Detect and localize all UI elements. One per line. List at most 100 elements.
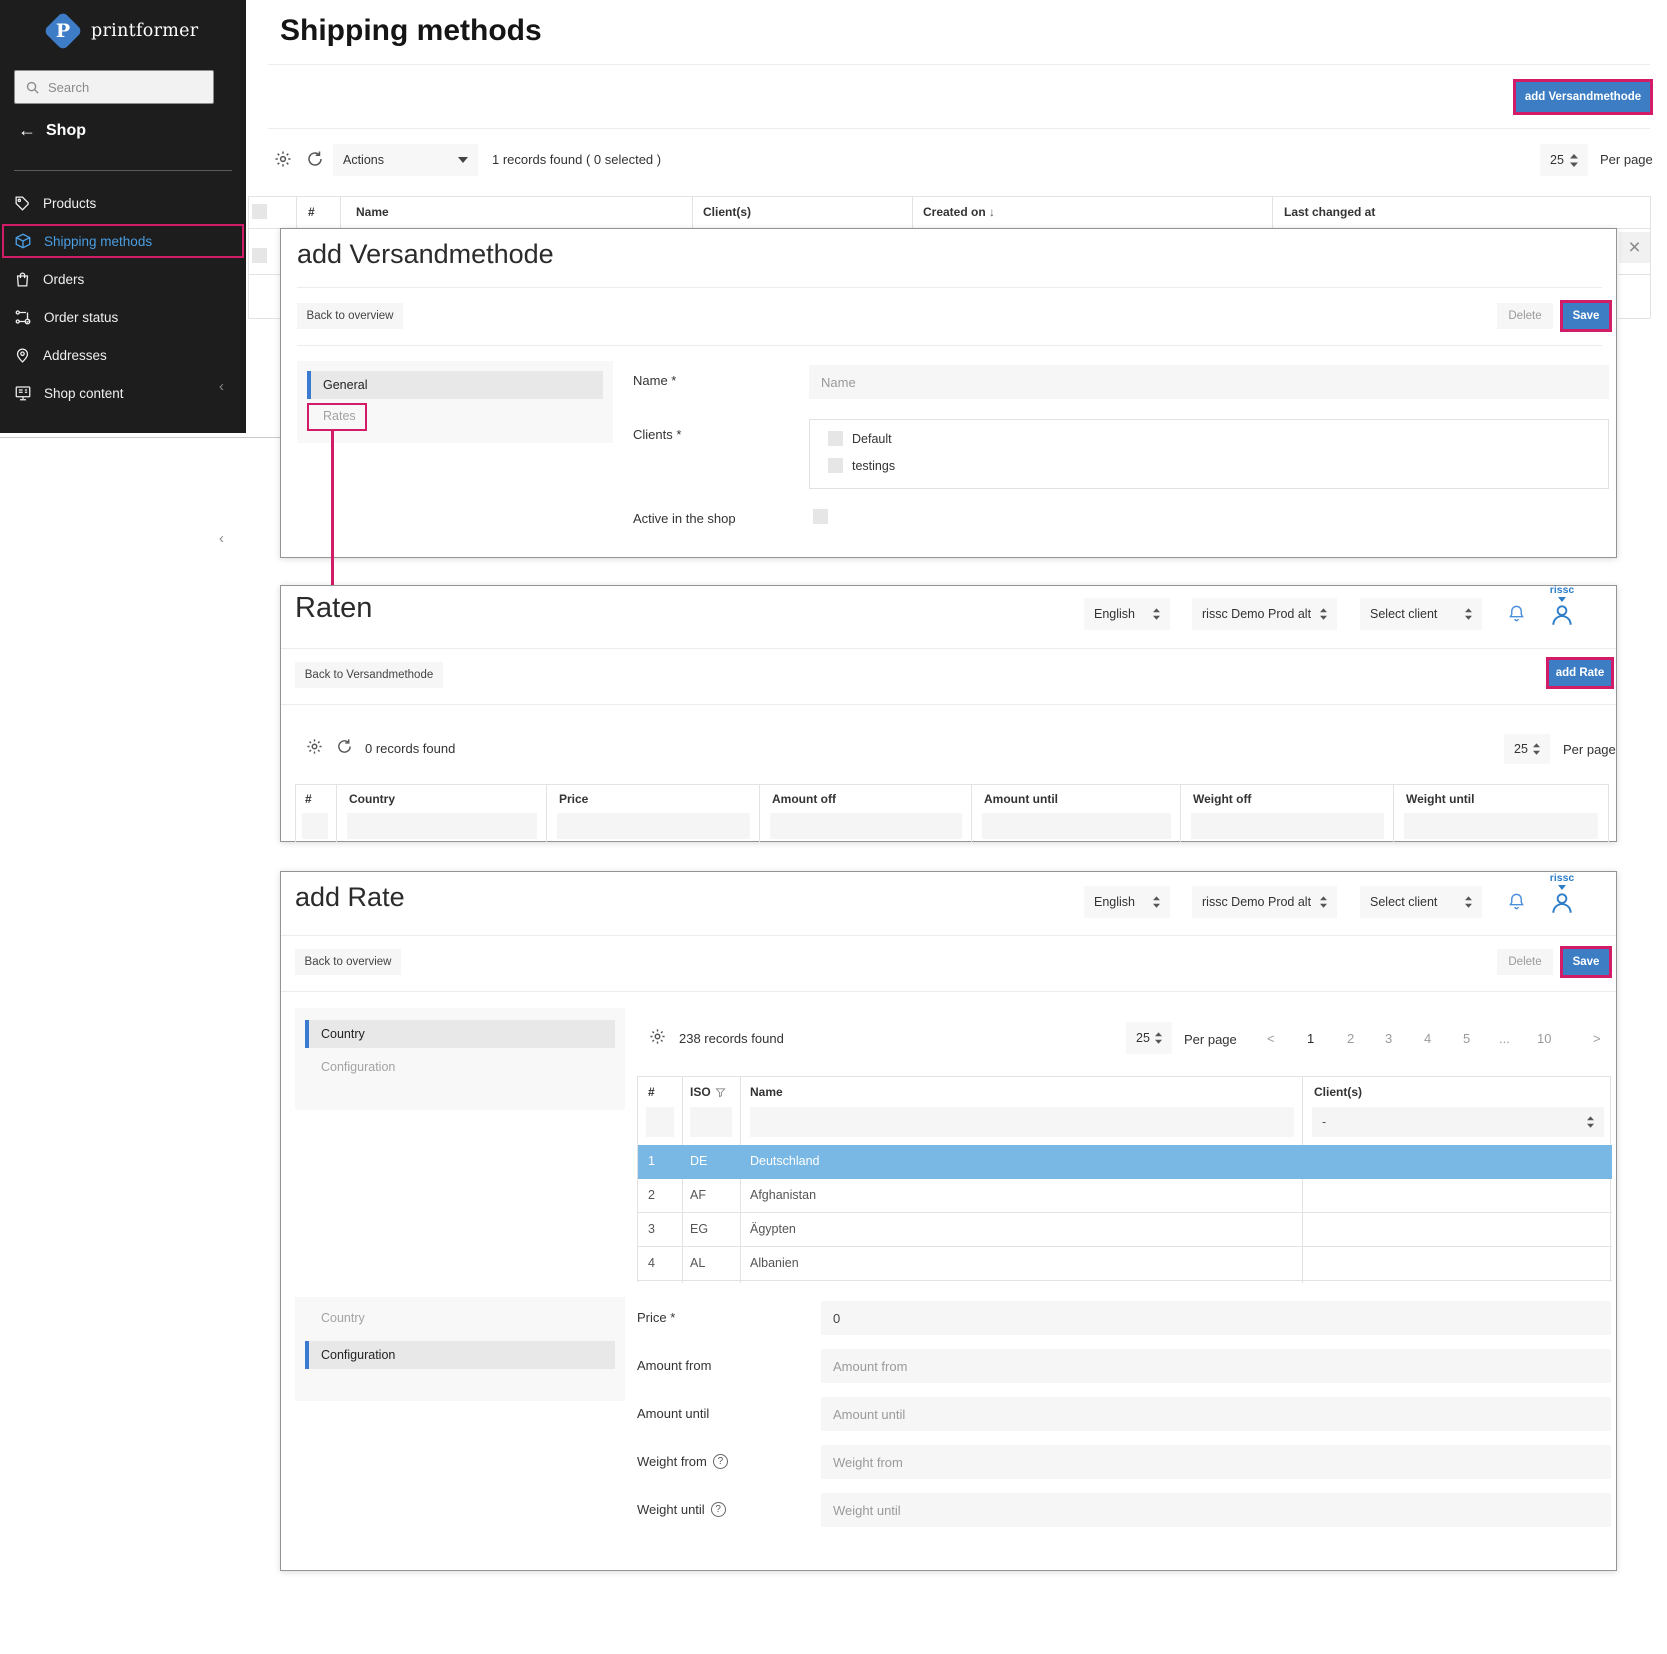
- table-border: [1618, 318, 1650, 319]
- back-to-shop[interactable]: ← Shop: [18, 120, 86, 141]
- column-divider: [692, 196, 693, 228]
- weight-until-input[interactable]: [821, 1493, 1611, 1527]
- price-input[interactable]: [821, 1301, 1611, 1335]
- refresh-icon[interactable]: [336, 738, 353, 760]
- delete-button[interactable]: Delete: [1497, 949, 1553, 975]
- per-page-select[interactable]: 25: [1126, 1022, 1172, 1054]
- client-option-testings[interactable]: testings: [828, 458, 895, 473]
- user-menu[interactable]: rissc: [1539, 584, 1585, 628]
- add-versandmethode-button[interactable]: add Versandmethode: [1516, 82, 1650, 112]
- column-filter[interactable]: [557, 813, 750, 839]
- column-header-sorted[interactable]: Created on ↓: [923, 205, 995, 219]
- tab-country[interactable]: Country: [321, 1311, 365, 1325]
- column-filter[interactable]: [690, 1107, 732, 1137]
- client-option-default[interactable]: Default: [828, 431, 892, 446]
- row-checkbox[interactable]: [252, 248, 267, 263]
- row-index: 3: [648, 1222, 655, 1236]
- name-field-label: Name *: [633, 373, 677, 388]
- sidebar-item-products[interactable]: Products ‹: [0, 184, 246, 395]
- pagination-page[interactable]: 10: [1537, 1031, 1551, 1046]
- sidebar-item-orders[interactable]: Orders ‹: [0, 260, 246, 547]
- language-select[interactable]: English: [1084, 598, 1170, 630]
- instance-value: rissc Demo Prod alt: [1202, 895, 1312, 909]
- per-page-select[interactable]: 25: [1540, 144, 1588, 176]
- name-input[interactable]: [809, 365, 1609, 399]
- settings-gear-icon[interactable]: [274, 150, 292, 173]
- search-input[interactable]: [48, 79, 198, 95]
- pagination-page[interactable]: 2: [1347, 1031, 1354, 1046]
- column-header[interactable]: Last changed at: [1284, 205, 1375, 219]
- actions-dropdown-label: Actions: [343, 153, 384, 167]
- user-menu[interactable]: rissc: [1539, 872, 1585, 916]
- column-header[interactable]: #: [308, 205, 315, 219]
- annotation-highlight-shipping-methods: [2, 224, 244, 258]
- column-filter[interactable]: [1191, 813, 1384, 839]
- sidebar-item-order-status[interactable]: Order status: [0, 298, 246, 336]
- save-button[interactable]: Save: [1563, 303, 1609, 329]
- add-rate-title: add Rate: [295, 882, 405, 912]
- tab-configuration[interactable]: Configuration: [305, 1341, 615, 1369]
- pagination-page[interactable]: 5: [1463, 1031, 1470, 1046]
- back-to-overview-button[interactable]: Back to overview: [297, 303, 403, 329]
- sidebar-item-addresses[interactable]: Addresses: [0, 336, 246, 374]
- settings-gear-icon[interactable]: [306, 738, 323, 760]
- app-logo[interactable]: P printformer: [43, 11, 198, 51]
- back-to-overview-button[interactable]: Back to overview: [295, 949, 401, 975]
- active-in-shop-checkbox[interactable]: [813, 509, 828, 524]
- table-row[interactable]: 4 AL Albanien: [638, 1247, 1612, 1281]
- save-button[interactable]: Save: [1563, 949, 1609, 975]
- delete-button[interactable]: Delete: [1497, 303, 1553, 329]
- pagination-page[interactable]: 3: [1385, 1031, 1392, 1046]
- client-select[interactable]: Select client: [1360, 598, 1482, 630]
- tab-general[interactable]: General: [307, 371, 603, 399]
- refresh-icon[interactable]: [306, 150, 324, 173]
- column-divider: [340, 196, 341, 228]
- checkbox-default[interactable]: [828, 431, 843, 446]
- pagination-page[interactable]: 1: [1307, 1031, 1314, 1046]
- close-icon[interactable]: ×: [1619, 232, 1650, 263]
- add-rate-button[interactable]: add Rate: [1549, 660, 1611, 686]
- sidebar-search[interactable]: [14, 70, 214, 104]
- back-to-versandmethode-button[interactable]: Back to Versandmethode: [295, 662, 443, 688]
- select-all-checkbox[interactable]: [252, 204, 267, 219]
- pagination-page[interactable]: 4: [1424, 1031, 1431, 1046]
- instance-select[interactable]: rissc Demo Prod alt: [1192, 598, 1337, 630]
- clients-filter-select[interactable]: -: [1312, 1107, 1604, 1137]
- sidebar-item-shop-content[interactable]: Shop content: [0, 374, 246, 412]
- table-row[interactable]: 3 EG Ägypten: [638, 1213, 1612, 1247]
- amount-until-input[interactable]: [821, 1397, 1611, 1431]
- name-filter-input[interactable]: [750, 1107, 1294, 1137]
- sidebar-item-label: Shop content: [44, 385, 124, 401]
- tab-configuration[interactable]: Configuration: [321, 1060, 395, 1074]
- column-filter[interactable]: [347, 813, 537, 839]
- column-filter[interactable]: [302, 813, 328, 839]
- pagination-next[interactable]: >: [1593, 1031, 1601, 1046]
- per-page-select[interactable]: 25: [1504, 734, 1550, 764]
- column-filter[interactable]: [770, 813, 962, 839]
- tab-country[interactable]: Country: [305, 1020, 615, 1048]
- rates-column: Amount off: [760, 785, 972, 842]
- column-header-iso[interactable]: ISO: [690, 1085, 726, 1099]
- pagination-prev[interactable]: <: [1267, 1031, 1275, 1046]
- column-header[interactable]: Name: [356, 205, 389, 219]
- actions-dropdown[interactable]: Actions: [333, 144, 478, 176]
- column-filter[interactable]: [646, 1107, 674, 1137]
- checkbox-testings[interactable]: [828, 458, 843, 473]
- help-icon[interactable]: ?: [712, 1454, 728, 1469]
- amount-from-input[interactable]: [821, 1349, 1611, 1383]
- language-select[interactable]: English: [1084, 886, 1170, 918]
- table-row-selected[interactable]: 1 DE Deutschland: [638, 1145, 1612, 1179]
- instance-select[interactable]: rissc Demo Prod alt: [1192, 886, 1337, 918]
- help-icon[interactable]: ?: [710, 1502, 726, 1517]
- column-filter[interactable]: [1404, 813, 1598, 839]
- rate-tab-list-bottom: Country Configuration: [295, 1297, 625, 1401]
- notification-bell-icon[interactable]: [1507, 604, 1526, 628]
- notification-bell-icon[interactable]: [1507, 892, 1526, 916]
- settings-gear-icon[interactable]: [649, 1028, 666, 1050]
- column-filter[interactable]: [982, 813, 1171, 839]
- weight-from-input[interactable]: [821, 1445, 1611, 1479]
- column-header[interactable]: Client(s): [703, 205, 751, 219]
- client-select[interactable]: Select client: [1360, 886, 1482, 918]
- table-row[interactable]: 2 AF Afghanistan: [638, 1179, 1612, 1213]
- annotation-highlight-rates-tab: [307, 403, 367, 431]
